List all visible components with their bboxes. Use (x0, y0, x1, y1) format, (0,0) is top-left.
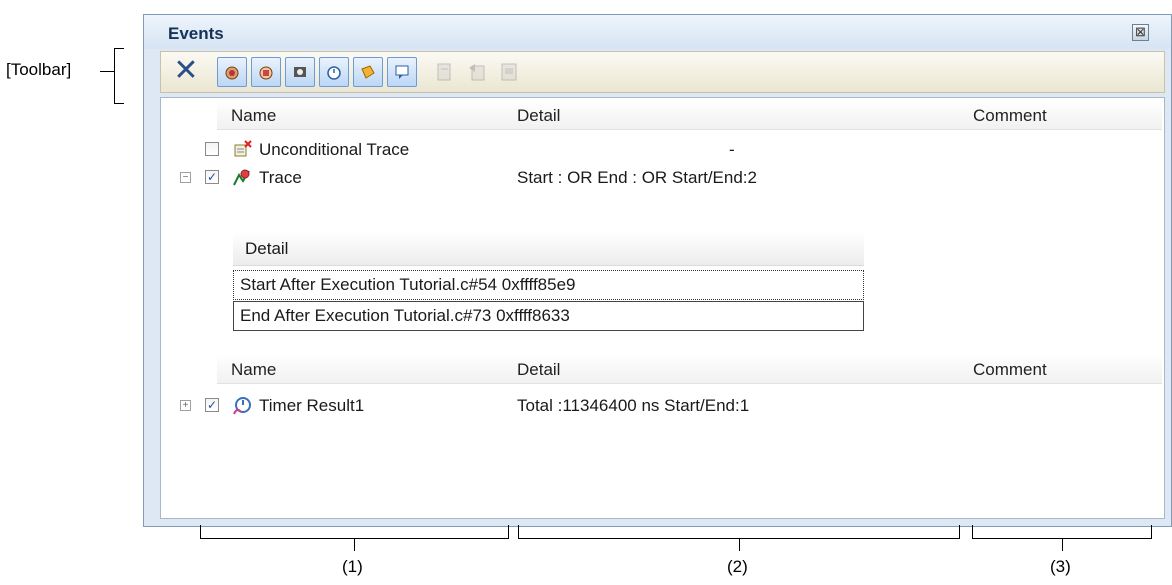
expand-icon[interactable]: + (180, 400, 191, 411)
column-header-comment[interactable]: Comment (973, 106, 1047, 126)
callout-bracket (114, 48, 124, 104)
panel-title: Events (168, 24, 224, 43)
comment-event-button[interactable] (387, 57, 417, 87)
event-detail: Total :11346400 ns Start/End:1 (517, 396, 750, 415)
trace-detail-text: Start After Execution Tutorial.c#54 0xff… (240, 275, 576, 294)
column-header: Name Detail Comment (217, 354, 1162, 384)
delete-icon[interactable]: ✕ (171, 55, 201, 87)
column-header-detail[interactable]: Detail (517, 106, 560, 126)
column-bracket-2 (518, 525, 960, 539)
action-event-icon (361, 65, 375, 79)
event-row-timer-result[interactable]: + ✓ Timer Result1 Total :11346400 ns Sta… (161, 392, 1166, 420)
unconditional-trace-icon (234, 140, 252, 157)
close-button[interactable]: ⊠ (1132, 24, 1149, 41)
column-header: Name Detail Comment (217, 100, 1162, 130)
timer-event-button[interactable] (319, 57, 349, 87)
event-checkbox[interactable] (205, 142, 219, 156)
column-bracket-3 (972, 525, 1152, 539)
event-checkbox[interactable]: ✓ (205, 170, 219, 184)
column-label-3: (3) (1050, 557, 1071, 576)
column-label-1: (1) (342, 557, 363, 576)
bracket-tick-2 (739, 539, 740, 551)
timer-event-icon (327, 66, 341, 80)
event-name: Timer Result1 (259, 396, 365, 415)
hardware-break-button[interactable] (217, 57, 247, 87)
bracket-tick-3 (1062, 539, 1063, 551)
toolbar-callout-label: [Toolbar] (6, 60, 72, 79)
collapse-icon[interactable]: − (180, 172, 191, 183)
trace-event-icon (294, 67, 306, 77)
event-checkbox[interactable]: ✓ (205, 398, 219, 412)
software-break-button[interactable] (251, 57, 281, 87)
trace-event-button[interactable] (285, 57, 315, 87)
trace-detail-row[interactable]: Start After Execution Tutorial.c#54 0xff… (233, 270, 864, 300)
bracket-tick-1 (354, 539, 355, 551)
action-event-button[interactable] (353, 57, 383, 87)
trace-detail-header: Detail (233, 232, 864, 266)
event-detail: - (729, 140, 735, 159)
hardware-break-icon (225, 66, 239, 80)
trace-detail-row[interactable]: End After Execution Tutorial.c#73 0xffff… (233, 301, 864, 331)
timer-result-icon (233, 397, 251, 415)
trace-detail-text: End After Execution Tutorial.c#73 0xffff… (240, 306, 570, 325)
column-header-detail[interactable]: Detail (517, 360, 560, 380)
trace-detail-header-label[interactable]: Detail (245, 239, 288, 259)
column-label-2: (2) (727, 557, 748, 576)
column-header-name[interactable]: Name (231, 106, 276, 126)
import-icon[interactable] (467, 62, 487, 82)
event-name: Unconditional Trace (259, 140, 410, 159)
edit-icon[interactable] (499, 62, 519, 82)
trace-detail-table: Detail Start After Execution Tutorial.c#… (233, 232, 864, 331)
export-icon[interactable] (435, 62, 455, 82)
panel-titlebar: Events ⊠ (144, 15, 1171, 49)
toolbar: ✕ (160, 51, 1165, 93)
comment-event-icon (395, 65, 409, 79)
column-header-name[interactable]: Name (231, 360, 276, 380)
column-header-comment[interactable]: Comment (973, 360, 1047, 380)
event-row-unconditional-trace[interactable]: Unconditional Trace - (161, 136, 1166, 164)
software-break-icon (259, 66, 273, 80)
column-bracket-1 (200, 525, 509, 539)
callout-line (100, 71, 114, 72)
